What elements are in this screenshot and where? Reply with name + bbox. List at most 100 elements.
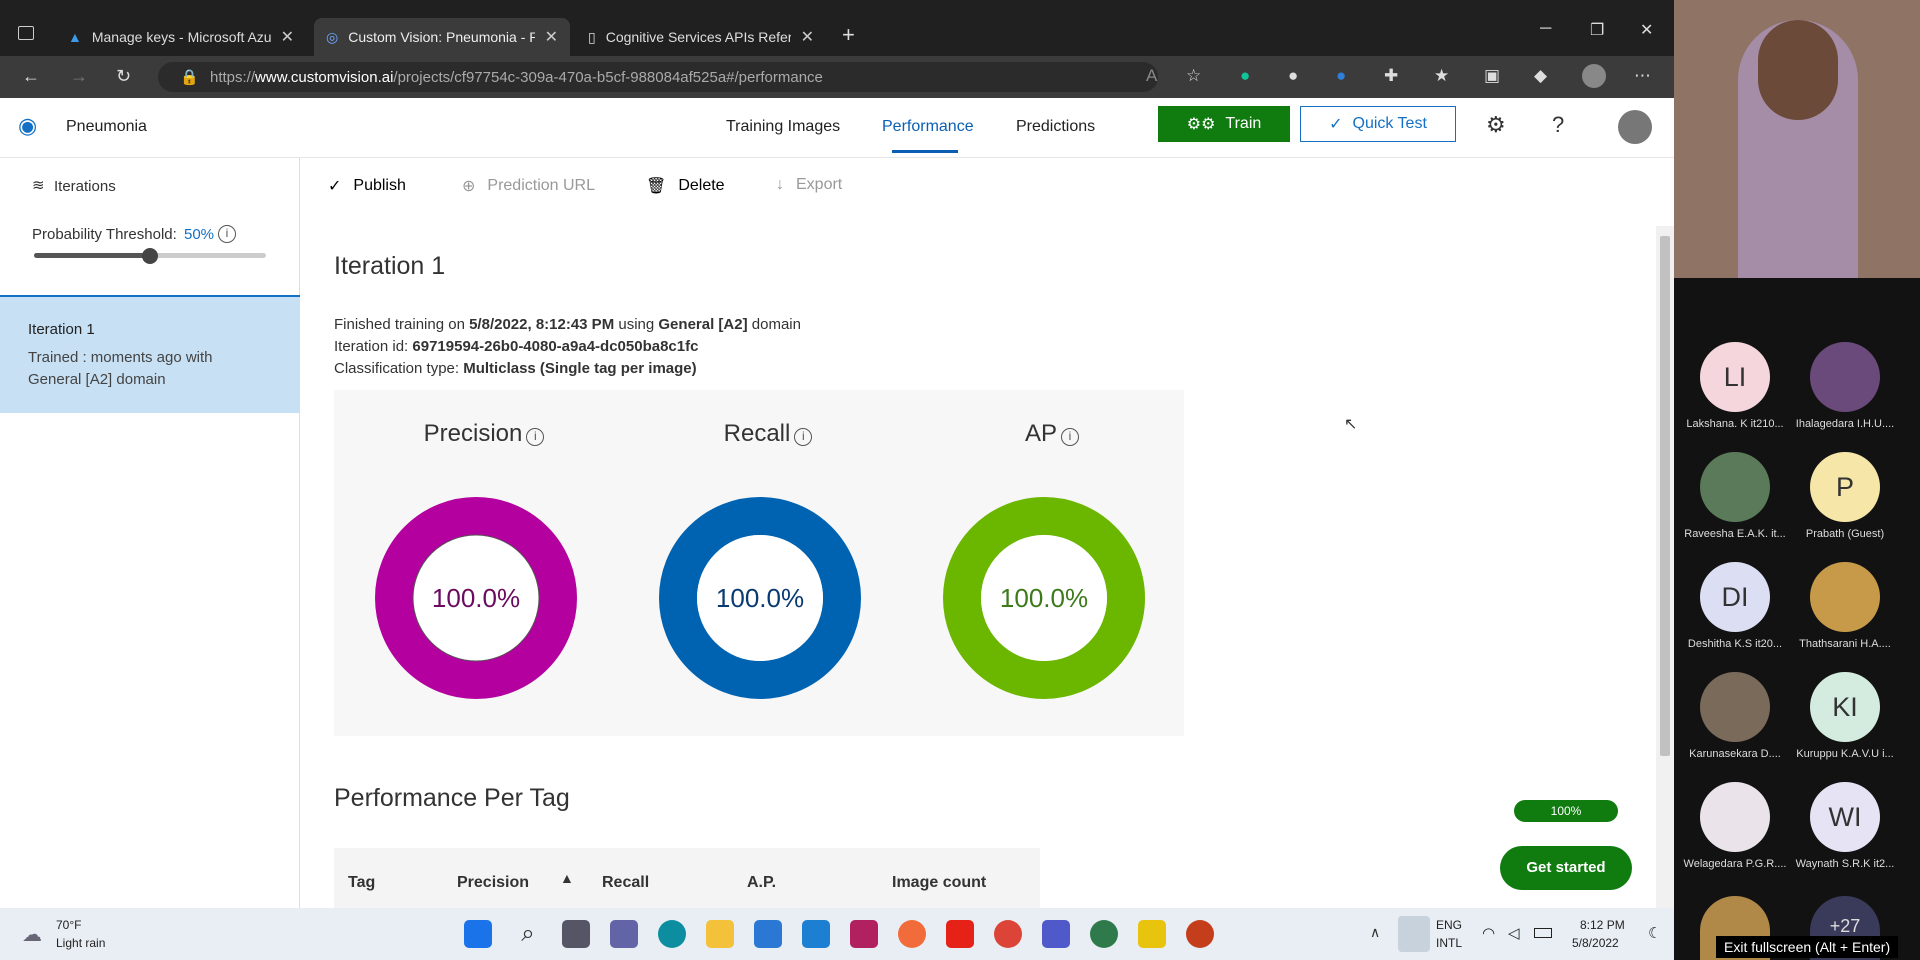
- tab-title: Custom Vision: Pneumonia - Per: [348, 29, 535, 45]
- start-icon[interactable]: [464, 920, 492, 948]
- page-scrollbar[interactable]: [1656, 226, 1674, 908]
- clock-time[interactable]: 8:12 PM: [1580, 918, 1625, 932]
- language-line2[interactable]: INTL: [1436, 936, 1462, 950]
- participant-tile[interactable]: Raveesha E.A.K. it...: [1680, 452, 1790, 540]
- tab-manage-keys[interactable]: ▲ Manage keys - Microsoft Azure ✕: [56, 18, 306, 56]
- language-line1[interactable]: ENG: [1436, 918, 1462, 932]
- app-icon[interactable]: [1090, 920, 1118, 948]
- sort-ascending-icon[interactable]: ▲: [560, 870, 574, 886]
- vscode-icon[interactable]: [802, 920, 830, 948]
- powerpoint-icon[interactable]: [1186, 920, 1214, 948]
- column-image-count[interactable]: Image count: [892, 874, 986, 892]
- column-tag[interactable]: Tag: [348, 874, 375, 892]
- classification-label: Classification type:: [334, 360, 464, 377]
- column-ap[interactable]: A.P.: [747, 874, 776, 892]
- nav-training-images[interactable]: Training Images: [726, 118, 840, 136]
- minimize-icon[interactable]: ─: [1540, 20, 1551, 38]
- prediction-url-button[interactable]: ⊕ Prediction URL: [462, 176, 595, 196]
- new-tab-icon[interactable]: +: [842, 22, 855, 48]
- participant-tile[interactable]: DI Deshitha K.S it20...: [1680, 562, 1790, 650]
- iteration-list-item[interactable]: Iteration 1 Trained : moments ago with G…: [0, 295, 300, 413]
- check-icon: ✓: [328, 178, 342, 195]
- user-avatar[interactable]: [1618, 110, 1652, 144]
- postman-icon[interactable]: [898, 920, 926, 948]
- teams-chat-icon[interactable]: [610, 920, 638, 948]
- more-icon[interactable]: ⋯: [1634, 66, 1651, 86]
- info-icon[interactable]: i: [1061, 427, 1079, 446]
- publish-button[interactable]: ✓ Publish: [328, 176, 406, 196]
- url-field[interactable]: 🔒 https://www.customvision.ai/projects/c…: [158, 62, 1158, 92]
- participant-tile[interactable]: Ihalagedara I.H.U....: [1790, 342, 1900, 430]
- show-hidden-icons[interactable]: ∧: [1370, 924, 1380, 941]
- participant-tile[interactable]: KI Kuruppu K.A.V.U i...: [1790, 672, 1900, 760]
- jetbrains-icon[interactable]: [850, 920, 878, 948]
- chrome-icon[interactable]: [994, 920, 1022, 948]
- weather-desc[interactable]: Light rain: [56, 936, 105, 950]
- profile-icon[interactable]: [1582, 64, 1606, 88]
- sticky-notes-icon[interactable]: [1138, 920, 1166, 948]
- read-aloud-icon[interactable]: A: [1146, 66, 1157, 86]
- participant-tile[interactable]: Karunasekara D....: [1680, 672, 1790, 760]
- export-button[interactable]: ↓ Export: [776, 176, 842, 194]
- info-icon[interactable]: i: [794, 427, 813, 446]
- close-icon[interactable]: ✕: [281, 27, 294, 47]
- extension-icon[interactable]: ◆: [1534, 66, 1547, 86]
- close-icon[interactable]: ✕: [801, 27, 814, 47]
- weather-temp[interactable]: 70°F: [56, 918, 81, 932]
- participant-tile[interactable]: P Prabath (Guest): [1790, 452, 1900, 540]
- tab-actions-icon[interactable]: [18, 26, 34, 40]
- help-icon[interactable]: ?: [1552, 112, 1564, 138]
- settings-icon[interactable]: ⚙: [1486, 112, 1506, 138]
- tab-custom-vision[interactable]: ◎ Custom Vision: Pneumonia - Per ✕: [314, 18, 570, 56]
- close-window-icon[interactable]: ✕: [1640, 20, 1653, 40]
- slider-thumb[interactable]: [142, 248, 158, 264]
- train-button[interactable]: ⚙⚙ Train: [1158, 106, 1290, 142]
- nav-performance[interactable]: Performance: [882, 118, 974, 136]
- extensions-icon[interactable]: ✚: [1384, 66, 1398, 86]
- back-icon[interactable]: ←: [22, 66, 40, 87]
- favorite-add-icon[interactable]: ☆: [1186, 66, 1201, 86]
- get-started-button[interactable]: Get started: [1500, 846, 1632, 890]
- scrollbar-thumb[interactable]: [1660, 236, 1670, 756]
- extension-icon[interactable]: ●: [1288, 66, 1298, 86]
- tab-cognitive-services[interactable]: ▯ Cognitive Services APIs Referenc ✕: [576, 18, 826, 56]
- nav-predictions[interactable]: Predictions: [1016, 118, 1095, 136]
- search-icon[interactable]: ⌕: [514, 920, 542, 948]
- clock-date[interactable]: 5/8/2022: [1572, 936, 1619, 950]
- column-recall[interactable]: Recall: [602, 874, 649, 892]
- collections-icon[interactable]: ▣: [1484, 66, 1500, 86]
- teams-icon[interactable]: [1042, 920, 1070, 948]
- participant-tile[interactable]: LI Lakshana. K it210...: [1680, 342, 1790, 430]
- participant-tile[interactable]: Thathsarani H.A....: [1790, 562, 1900, 650]
- restore-icon[interactable]: ❐: [1590, 20, 1604, 40]
- participant-tile[interactable]: WI Waynath S.R.K it2...: [1790, 782, 1900, 870]
- grammarly-icon[interactable]: ●: [1240, 66, 1250, 86]
- quick-test-button[interactable]: ✓ Quick Test: [1300, 106, 1456, 142]
- battery-icon[interactable]: [1534, 928, 1552, 938]
- info-icon[interactable]: i: [218, 225, 236, 243]
- store-icon[interactable]: [754, 920, 782, 948]
- close-icon[interactable]: ✕: [545, 27, 558, 47]
- microphone-icon[interactable]: [1398, 916, 1430, 952]
- participant-tile[interactable]: Welagedara P.G.R....: [1680, 782, 1790, 870]
- column-precision[interactable]: Precision: [457, 874, 529, 892]
- refresh-icon[interactable]: ↻: [116, 66, 131, 87]
- windows-taskbar: ☁ 70°F Light rain ⌕ ∧ ENG INTL ◠ ◁ 8:12 …: [0, 908, 1920, 960]
- volume-icon[interactable]: ◁: [1508, 924, 1520, 942]
- get-started-progress: 100%: [1514, 800, 1618, 822]
- extension-icon[interactable]: ●: [1336, 66, 1346, 86]
- ap-ring: 100.0%: [942, 496, 1146, 700]
- notification-icon[interactable]: ☾: [1648, 924, 1661, 942]
- project-name[interactable]: Pneumonia: [66, 118, 147, 136]
- file-explorer-icon[interactable]: [706, 920, 734, 948]
- domain-suffix: domain: [747, 316, 801, 333]
- forward-icon[interactable]: →: [70, 66, 88, 87]
- threshold-slider[interactable]: [34, 248, 266, 264]
- wifi-icon[interactable]: ◠: [1482, 924, 1495, 942]
- task-view-icon[interactable]: [562, 920, 590, 948]
- delete-button[interactable]: 🗑 Delete: [646, 176, 725, 196]
- favorites-icon[interactable]: ★: [1434, 66, 1449, 86]
- edge-icon[interactable]: [658, 920, 686, 948]
- info-icon[interactable]: i: [526, 427, 545, 446]
- youtube-icon[interactable]: [946, 920, 974, 948]
